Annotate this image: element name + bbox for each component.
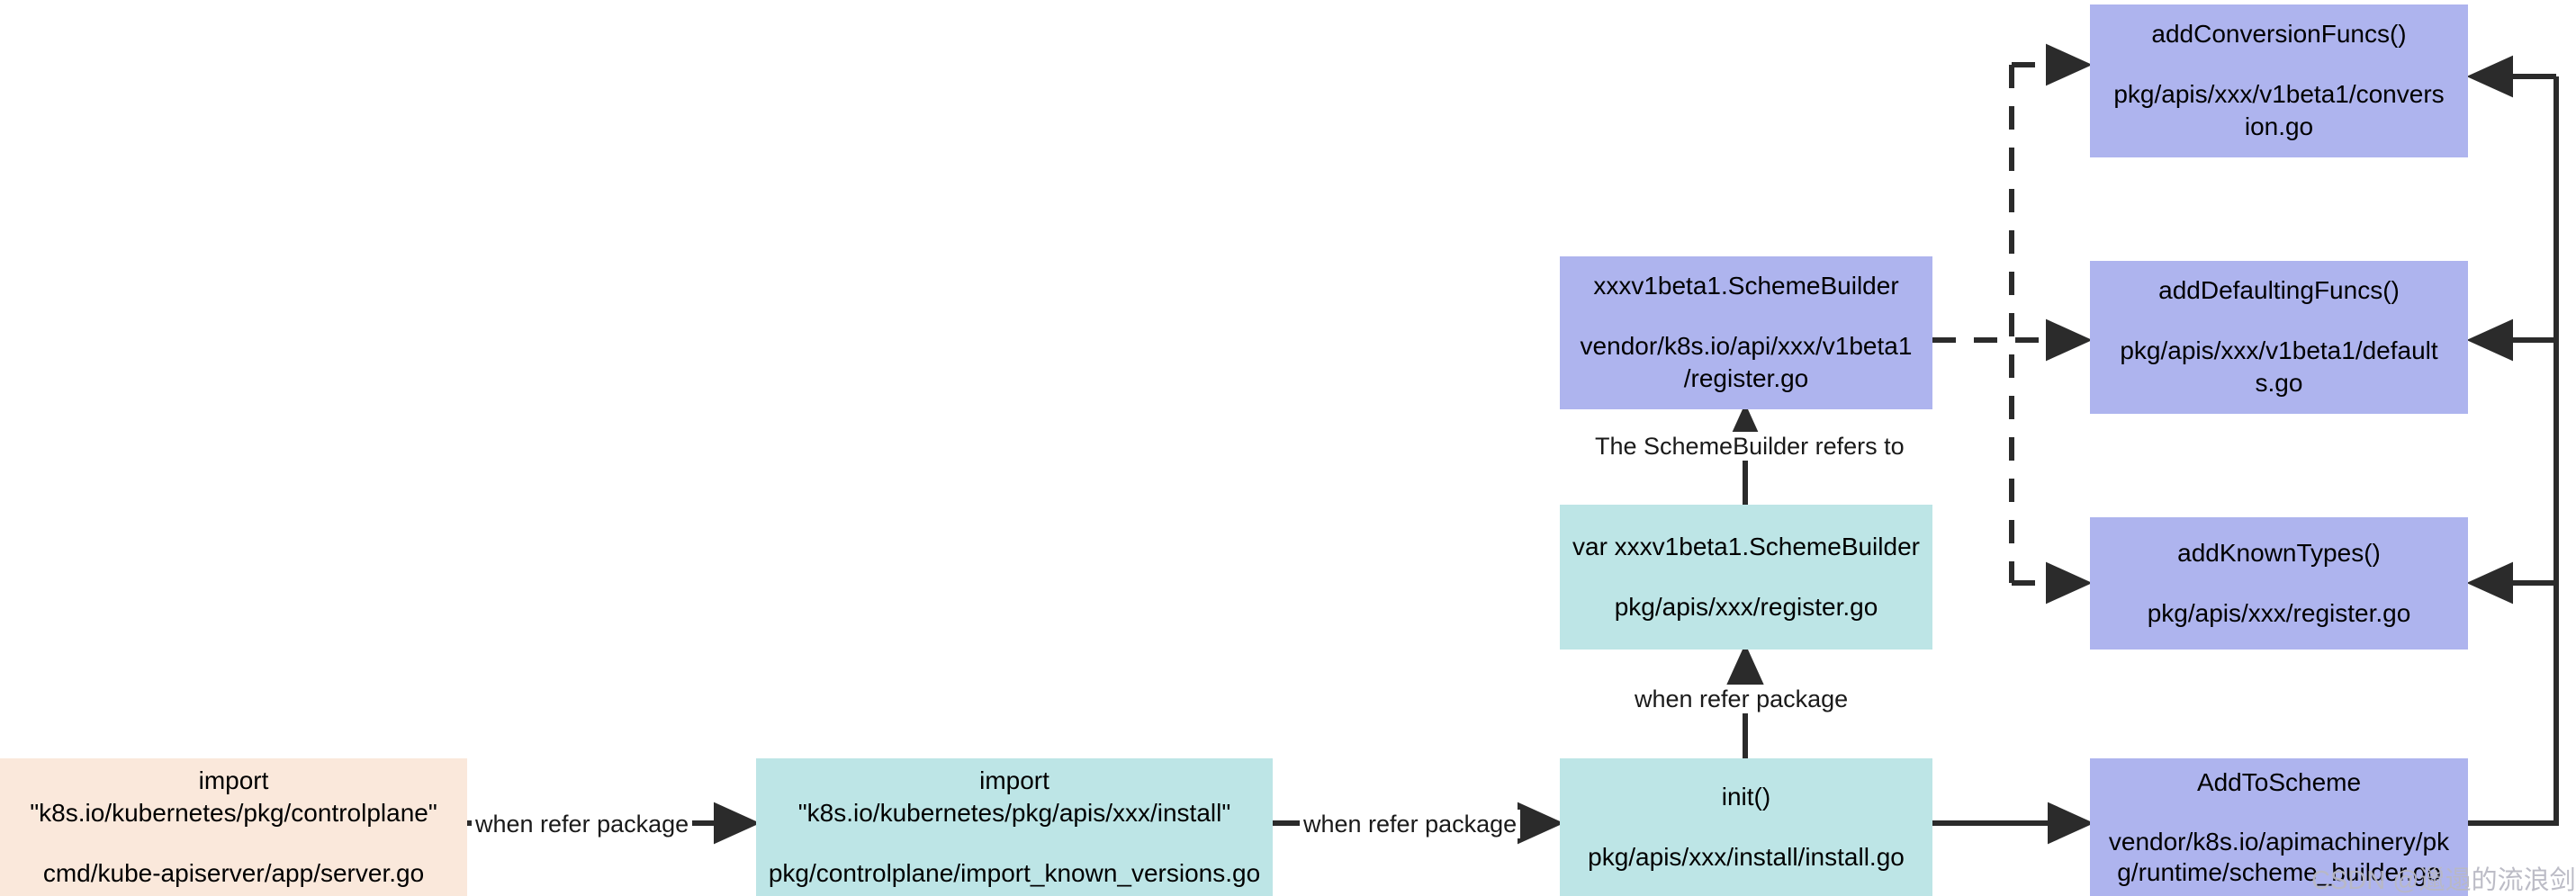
- diagram-canvas: import "k8s.io/kubernetes/pkg/controlpla…: [0, 0, 2576, 896]
- node-path: pkg/apis/xxx/v1beta1/convers ion.go: [2113, 79, 2445, 141]
- node-import-controlplane[interactable]: import "k8s.io/kubernetes/pkg/controlpla…: [0, 758, 467, 896]
- edge-label-when-refer-package-2: when refer package: [1300, 810, 1521, 839]
- node-title: init(): [1721, 783, 1771, 811]
- edge-schemebuilder-fanout-dashed: [1932, 43, 2093, 605]
- edge-label-schemebuilder-refers-to: The SchemeBuilder refers to: [1591, 432, 1908, 461]
- node-path: pkg/apis/xxx/v1beta1/default s.go: [2120, 336, 2438, 398]
- node-title: addDefaultingFuncs(): [2158, 276, 2400, 305]
- node-path: vendor/k8s.io/api/xxx/v1beta1 /register.…: [1580, 331, 1913, 393]
- edge-label-when-refer-package-1: when refer package: [472, 810, 693, 839]
- node-var-schemebuilder[interactable]: var xxxv1beta1.SchemeBuilder pkg/apis/xx…: [1560, 505, 1932, 650]
- node-add-defaulting-funcs[interactable]: addDefaultingFuncs() pkg/apis/xxx/v1beta…: [2090, 261, 2468, 414]
- node-add-conversion-funcs[interactable]: addConversionFuncs() pkg/apis/xxx/v1beta…: [2090, 4, 2468, 157]
- node-title: AddToScheme: [2196, 768, 2362, 797]
- node-path: cmd/kube-apiserver/app/server.go: [42, 858, 425, 887]
- node-path: pkg/apis/xxx/register.go: [1614, 592, 1878, 621]
- node-init[interactable]: init() pkg/apis/xxx/install/install.go: [1560, 758, 1932, 896]
- node-title: import "k8s.io/kubernetes/pkg/apis/xxx/i…: [797, 766, 1231, 828]
- node-title: var xxxv1beta1.SchemeBuilder: [1572, 533, 1920, 561]
- node-title: addConversionFuncs(): [2151, 20, 2407, 49]
- node-title: import "k8s.io/kubernetes/pkg/controlpla…: [30, 766, 437, 828]
- node-path: pkg/apis/xxx/register.go: [2147, 598, 2411, 627]
- node-import-install[interactable]: import "k8s.io/kubernetes/pkg/apis/xxx/i…: [756, 758, 1273, 896]
- node-title: xxxv1beta1.SchemeBuilder: [1593, 272, 1899, 300]
- node-path: pkg/apis/xxx/install/install.go: [1588, 842, 1905, 871]
- node-path: pkg/controlplane/import_known_versions.g…: [768, 858, 1261, 887]
- node-xxxv1beta1-schemebuilder[interactable]: xxxv1beta1.SchemeBuilder vendor/k8s.io/a…: [1560, 256, 1932, 409]
- node-add-known-types[interactable]: addKnownTypes() pkg/apis/xxx/register.go: [2090, 517, 2468, 650]
- edge-addtoscheme-return-bus: [2466, 55, 2559, 826]
- csdn-watermark: CSDN @邋遢的流浪剑客: [2311, 866, 2576, 895]
- node-title: addKnownTypes(): [2177, 539, 2381, 568]
- edge-label-when-refer-package-3: when refer package: [1631, 685, 1852, 714]
